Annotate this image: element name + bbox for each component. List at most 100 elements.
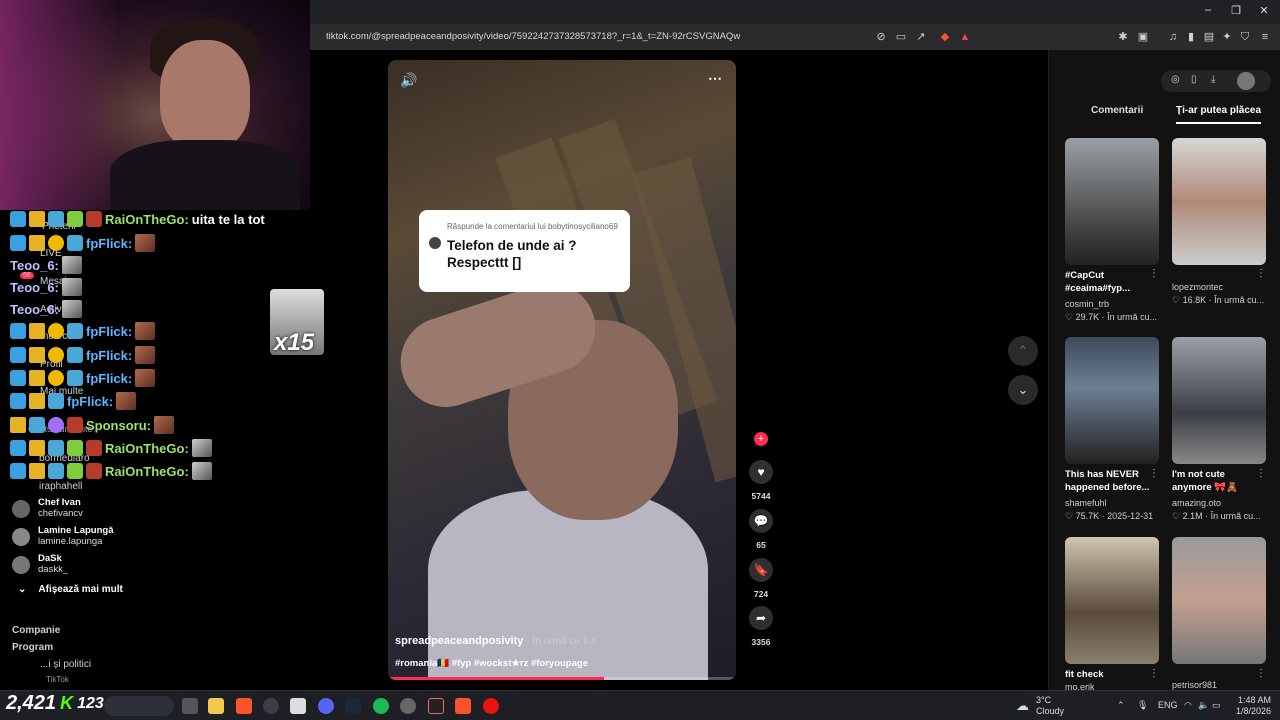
minimize-icon[interactable]: – (1198, 4, 1218, 16)
chat-username[interactable]: Teoo_6: (10, 280, 59, 295)
show-more-button[interactable]: ⌄ Afișează mai mult (18, 584, 123, 595)
file-explorer-icon[interactable] (208, 698, 224, 714)
app-icon[interactable] (263, 698, 279, 714)
card-user[interactable]: amazing.oto (1172, 498, 1221, 508)
video-thumbnail[interactable] (1172, 138, 1266, 265)
more-options-icon[interactable]: ⋯ (708, 70, 722, 87)
follow-plus-icon[interactable]: + (754, 432, 768, 446)
brave-rewards-icon[interactable]: ▲ (958, 30, 972, 44)
chat-username[interactable]: RaiOnTheGo: (105, 464, 189, 479)
settings-icon[interactable] (400, 698, 416, 714)
more-icon[interactable]: ⋮ (1256, 268, 1266, 279)
more-icon[interactable]: ⋮ (1256, 468, 1266, 479)
video-thumbnail[interactable] (1065, 337, 1159, 464)
video-thumbnail[interactable] (1172, 537, 1266, 664)
creator-item[interactable]: Chef Ivan chefivancv (12, 497, 83, 519)
card-title[interactable]: #CapCut #ceaima#fyp... (1065, 269, 1157, 295)
more-icon[interactable]: ⋮ (1149, 268, 1159, 279)
chat-username[interactable]: Sponsoru: (86, 418, 151, 433)
leo-icon[interactable]: ✦ (1220, 30, 1234, 44)
chat-username[interactable]: fpFlick: (67, 394, 113, 409)
restore-icon[interactable]: ❐ (1226, 4, 1246, 17)
url-text[interactable]: tiktok.com/@spreadpeaceandposivity/video… (326, 31, 740, 42)
close-icon[interactable]: ✕ (1254, 4, 1274, 17)
menu-icon[interactable]: ≡ (1258, 30, 1272, 44)
share-button[interactable]: ➦ (749, 606, 773, 630)
card-title[interactable]: fit check (1065, 668, 1157, 681)
video-thumbnail[interactable] (1172, 337, 1266, 464)
compass-icon[interactable]: ◎ (1171, 74, 1180, 85)
chat-username[interactable]: fpFlick: (86, 236, 132, 251)
save-button[interactable]: 🔖 (749, 558, 773, 582)
share-icon[interactable]: ↗ (914, 30, 928, 44)
chevron-up-icon[interactable]: ⌃ (1117, 700, 1125, 711)
video-thumbnail[interactable] (1065, 537, 1159, 664)
brave-shields-icon[interactable]: ◆ (938, 30, 952, 44)
wallet-icon[interactable]: ▤ (1202, 30, 1216, 44)
card-user[interactable]: cosmin_trb (1065, 299, 1109, 309)
video-progress-bar[interactable] (388, 677, 736, 680)
card-title[interactable]: I'm not cute anymore 🎀🧸 (1172, 468, 1264, 494)
mic-icon[interactable]: 🎙 (1137, 700, 1148, 711)
chat-username[interactable]: RaiOnTheGo: (105, 441, 189, 456)
steam-icon[interactable] (345, 698, 361, 714)
store-icon[interactable] (290, 698, 306, 714)
reader-off-icon[interactable]: ⊘ (874, 30, 888, 44)
video-thumbnail[interactable] (1065, 138, 1159, 265)
card-user[interactable]: shamefuhl (1065, 498, 1107, 508)
editor-icon[interactable] (428, 698, 444, 714)
weather-desc[interactable]: Cloudy (1036, 706, 1064, 716)
tab-comments[interactable]: Comentarii (1091, 105, 1143, 116)
address-bar[interactable]: tiktok.com/@spreadpeaceandposivity/video… (310, 24, 1280, 50)
task-view-icon[interactable] (182, 698, 198, 714)
wifi-icon[interactable]: ◠ (1184, 700, 1192, 711)
chat-username[interactable]: RaiOnTheGo: (105, 212, 189, 227)
video-author[interactable]: spreadpeaceandposivity · În urmă cu 1 z (395, 635, 596, 647)
more-icon[interactable]: ⋮ (1149, 468, 1159, 479)
more-icon[interactable]: ⋮ (1256, 668, 1266, 679)
company-link[interactable]: Companie (12, 625, 60, 636)
chat-username[interactable]: Teoo_6: (10, 302, 59, 317)
chat-username[interactable]: fpFlick: (86, 371, 132, 386)
creator-item[interactable]: Lamine Lapungă lamine.lapunga (12, 525, 113, 547)
cloud-icon[interactable]: ☁ (1016, 698, 1029, 714)
video-hashtags[interactable]: #romania🇷🇴 #fyp #wockst★rz #foryoupage (395, 658, 588, 669)
like-button[interactable]: ♥ (749, 460, 773, 484)
spotify-icon[interactable] (373, 698, 389, 714)
cast-icon[interactable]: ▭ (894, 30, 908, 44)
chat-username[interactable]: fpFlick: (86, 324, 132, 339)
volume-icon[interactable]: 🔊 (400, 72, 417, 89)
previous-video-button[interactable]: ⌃ (1008, 336, 1038, 366)
weather-temp[interactable]: 3°C (1036, 695, 1051, 705)
sidebar-icon[interactable]: ▮ (1184, 30, 1198, 44)
video-player[interactable]: 🔊 ⋯ Răspunde la comentariul lui bobytino… (388, 60, 736, 680)
chat-username[interactable]: Teoo_6: (10, 258, 59, 273)
author-username[interactable]: spreadpeaceandposivity (395, 635, 523, 647)
chat-username[interactable]: fpFlick: (86, 348, 132, 363)
brave-icon[interactable] (236, 698, 252, 714)
card-user[interactable]: petrisor981 (1172, 680, 1217, 690)
opera-icon[interactable] (483, 698, 499, 714)
clock-time[interactable]: 1:48 AM (1238, 695, 1271, 705)
discord-icon[interactable] (318, 698, 334, 714)
card-title[interactable]: This has NEVER happened before... (1065, 468, 1157, 494)
card-user[interactable]: lopezmontec (1172, 282, 1223, 292)
creator-item[interactable]: DaSk daskk_ (12, 553, 68, 575)
volume-icon[interactable]: 🔈 (1198, 700, 1209, 711)
music-icon[interactable]: ♫ (1166, 30, 1180, 44)
program-link[interactable]: Program (12, 642, 53, 653)
clock-date[interactable]: 1/8/2026 (1236, 706, 1271, 716)
more-icon[interactable]: ⋮ (1149, 668, 1159, 679)
phone-icon[interactable]: ▯ (1191, 74, 1197, 85)
download-icon[interactable]: ⤓ (1211, 74, 1215, 85)
language-indicator[interactable]: ENG (1158, 700, 1178, 710)
profile-avatar[interactable] (1237, 72, 1255, 90)
vpn-icon[interactable]: ⛉ (1238, 30, 1252, 44)
search-box[interactable] (104, 696, 174, 716)
tab-you-may-like[interactable]: Ți-ar putea plăcea (1176, 105, 1262, 124)
brave-nightly-icon[interactable] (455, 698, 471, 714)
creator-handle-iraphahell[interactable]: iraphahell (39, 481, 82, 492)
next-video-button[interactable]: ⌄ (1008, 375, 1038, 405)
terms-link[interactable]: ...i și politici (40, 659, 91, 670)
battery-icon[interactable]: ▭ (1212, 700, 1221, 711)
